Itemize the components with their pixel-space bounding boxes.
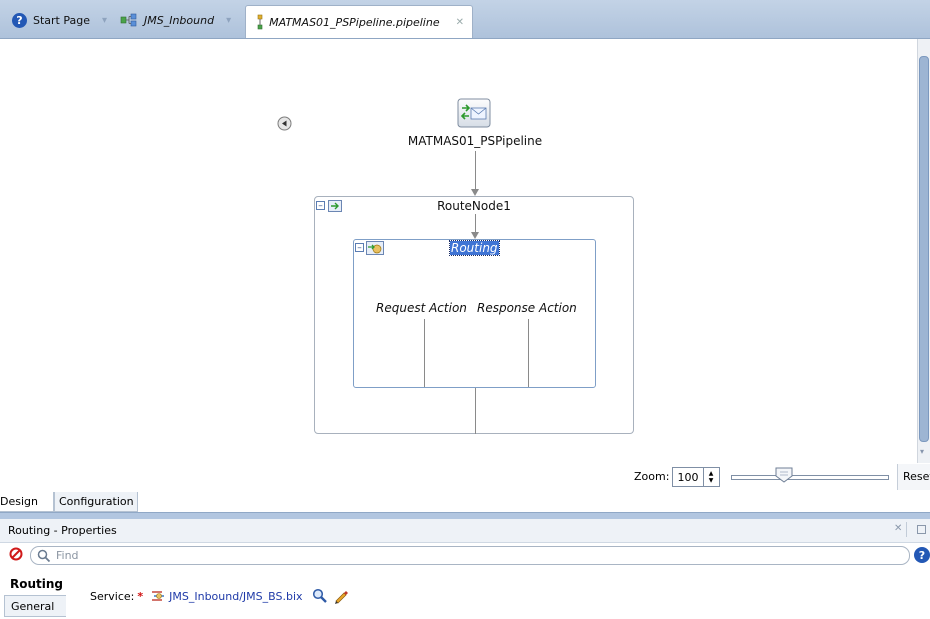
vertical-scrollbar-thumb[interactable]: [919, 56, 929, 442]
response-action-label[interactable]: Response Action: [477, 301, 577, 315]
tab-jms-inbound[interactable]: JMS_Inbound ▾: [112, 5, 239, 35]
routing-label[interactable]: Routing: [449, 240, 500, 256]
tab-chevron-icon: ▾: [102, 14, 108, 26]
browse-search-icon[interactable]: [312, 588, 328, 604]
tab-configuration[interactable]: Configuration: [54, 492, 138, 512]
service-link[interactable]: JMS_Inbound/JMS_BS.bix: [169, 590, 302, 603]
properties-header: Routing - Properties ✕: [0, 519, 930, 543]
navigate-back-icon[interactable]: [277, 116, 292, 134]
search-icon: [37, 549, 51, 563]
flow-arrow-icon: [471, 232, 479, 239]
minimize-panel-icon[interactable]: [917, 525, 926, 534]
properties-section-title: Routing: [10, 577, 64, 591]
zoom-slider[interactable]: [731, 475, 889, 480]
route-node-label: RouteNode1: [437, 199, 511, 213]
service-field: Service: * JMS_Inbound/JMS_BS.bix: [90, 588, 349, 604]
request-action-label[interactable]: Request Action: [376, 301, 467, 315]
response-branch-line: [528, 319, 529, 387]
scroll-down-icon[interactable]: ▾: [920, 447, 924, 456]
close-panel-icon[interactable]: ✕: [894, 523, 902, 534]
service-label: Service:: [90, 589, 135, 603]
business-service-icon: [152, 591, 165, 601]
help-icon[interactable]: ?: [914, 547, 930, 563]
pipeline-name-label: MATMAS01_PSPipeline: [407, 134, 543, 148]
zoom-spin-icon[interactable]: ▲ ▼: [703, 468, 718, 486]
edit-pencil-icon[interactable]: [333, 588, 349, 604]
flow-connector: [475, 151, 476, 192]
reset-zoom-button[interactable]: Reset: [897, 464, 930, 490]
help-icon: ?: [12, 12, 27, 28]
header-divider: [906, 522, 907, 537]
panel-splitter[interactable]: [0, 512, 930, 519]
tab-general[interactable]: General: [4, 595, 66, 617]
zoom-slider-thumb[interactable]: [775, 467, 793, 486]
properties-title: Routing - Properties: [8, 524, 117, 537]
zoom-label: Zoom:: [634, 470, 670, 483]
zoom-value[interactable]: 100: [673, 471, 703, 484]
zoom-stepper[interactable]: 100 ▲ ▼: [672, 467, 720, 487]
close-tab-icon[interactable]: ✕: [456, 17, 464, 28]
find-input[interactable]: Find: [30, 546, 910, 565]
tab-start-page[interactable]: ? Start Page ▾: [4, 5, 115, 35]
editor-view-tabs: [0, 492, 930, 512]
route-node-icon: [328, 200, 342, 215]
no-entry-icon: [9, 547, 23, 564]
flow-arrow-icon: [471, 189, 479, 196]
proxy-service-icon[interactable]: [457, 98, 491, 131]
flow-connector: [475, 388, 476, 434]
pipeline-icon: [257, 14, 263, 30]
tab-design[interactable]: Design: [0, 492, 54, 512]
composite-icon: [120, 13, 137, 27]
tab-chevron-icon: ▾: [226, 14, 232, 26]
collapse-route-node-icon[interactable]: –: [316, 201, 325, 211]
collapse-routing-icon[interactable]: –: [355, 243, 364, 253]
routing-icon: [366, 241, 384, 258]
tab-matmas-pipeline[interactable]: MATMAS01_PSPipeline.pipeline ✕: [245, 5, 473, 38]
request-branch-line: [424, 319, 425, 387]
required-mark: *: [137, 589, 144, 603]
